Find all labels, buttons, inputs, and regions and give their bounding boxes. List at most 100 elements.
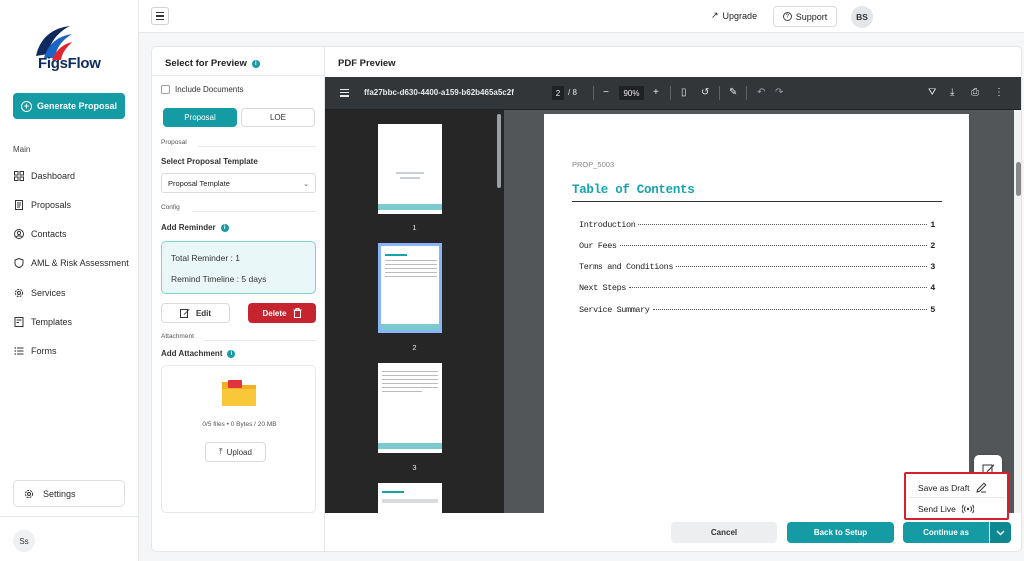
sidebar-item-contacts[interactable]: Contacts bbox=[14, 229, 67, 239]
gear-icon bbox=[24, 489, 34, 498]
divider bbox=[192, 211, 316, 212]
cancel-button[interactable]: Cancel bbox=[671, 522, 777, 543]
toolbar-divider bbox=[746, 86, 747, 100]
attachment-dropzone[interactable]: 0/5 files • 0 Bytes / 20 MB ⤒ Upload bbox=[161, 365, 316, 513]
redo-icon[interactable]: ↷ bbox=[775, 86, 783, 100]
sidebar-item-label: Templates bbox=[31, 317, 73, 327]
save-drive-icon[interactable]: ⛛ bbox=[928, 86, 936, 100]
page-number-input[interactable]: 2 bbox=[552, 86, 564, 100]
save-as-draft-label: Save as Draft bbox=[918, 482, 970, 493]
proposal-template-select[interactable]: Proposal Template ⌄ bbox=[161, 173, 316, 193]
brand-name: FigsFlow bbox=[38, 55, 101, 72]
support-button[interactable]: ? Support bbox=[773, 6, 837, 27]
toolbar-divider bbox=[593, 86, 594, 100]
preview-options-panel: Select for Preview i Include Documents P… bbox=[152, 47, 325, 551]
toc-underline bbox=[572, 201, 942, 203]
undo-icon[interactable]: ↶ bbox=[757, 86, 765, 100]
panel-title: Select for Preview i bbox=[165, 58, 260, 69]
pencil-icon bbox=[975, 482, 987, 493]
divider bbox=[152, 75, 325, 76]
settings-button[interactable]: Settings bbox=[13, 480, 125, 507]
help-icon: ? bbox=[782, 12, 792, 21]
thumbnail-number: 3 bbox=[412, 463, 417, 472]
toc-entry[interactable]: Next Steps 4 bbox=[579, 283, 935, 293]
nav-section-main: Main bbox=[13, 145, 31, 154]
zoom-out-icon[interactable]: − bbox=[603, 86, 609, 100]
sidebar-item-aml-risk[interactable]: AML & Risk Assessment bbox=[14, 258, 129, 268]
list-icon bbox=[14, 347, 24, 355]
delete-reminder-button[interactable]: Delete bbox=[248, 303, 316, 323]
toc-heading: Table of Contents bbox=[572, 183, 695, 197]
toc-entry[interactable]: Our Fees 2 bbox=[579, 241, 935, 251]
avatar[interactable]: Ss bbox=[13, 530, 35, 552]
fit-page-icon[interactable]: ▯ bbox=[681, 86, 687, 100]
thumbnail-page-4[interactable] bbox=[378, 483, 442, 513]
thumbnail-page-1[interactable] bbox=[378, 124, 442, 214]
print-icon[interactable]: ⎙ bbox=[971, 86, 979, 100]
thumbnail-page-2[interactable] bbox=[378, 243, 442, 333]
proposal-preview-card: Select for Preview i Include Documents P… bbox=[151, 46, 1022, 552]
add-reminder-text: Add Reminder bbox=[161, 223, 216, 232]
back-to-setup-button[interactable]: Back to Setup bbox=[787, 522, 894, 543]
info-icon[interactable]: i bbox=[220, 223, 229, 232]
sidebar-item-label: Contacts bbox=[31, 229, 67, 239]
continue-as-dropdown-toggle[interactable] bbox=[990, 522, 1011, 543]
sidebar: FigsFlow + Generate Proposal Main Dashbo… bbox=[0, 0, 139, 561]
upload-icon: ⤒ bbox=[219, 447, 223, 456]
sidebar-item-proposals[interactable]: Proposals bbox=[14, 200, 71, 210]
upgrade-link[interactable]: ↗ Upgrade bbox=[711, 10, 757, 21]
grid-icon bbox=[14, 171, 24, 181]
panel-title-text: Select for Preview bbox=[165, 58, 247, 69]
page-scrollbar[interactable] bbox=[1014, 110, 1021, 513]
sidebar-item-label: Services bbox=[31, 288, 66, 298]
generate-proposal-button[interactable]: + Generate Proposal bbox=[13, 93, 125, 119]
continue-as-menu: Save as Draft Send Live bbox=[904, 472, 1009, 520]
send-live-label: Send Live bbox=[918, 504, 956, 514]
menu-toggle-button[interactable] bbox=[151, 7, 169, 25]
tab-loe[interactable]: LOE bbox=[241, 108, 315, 127]
rotate-icon[interactable]: ↺ bbox=[701, 86, 709, 100]
more-options-icon[interactable]: ⋮ bbox=[994, 86, 1004, 100]
sidebar-item-templates[interactable]: Templates bbox=[14, 317, 72, 327]
upload-button[interactable]: ⤒ Upload bbox=[205, 442, 266, 462]
zoom-input[interactable]: 90% bbox=[619, 86, 644, 100]
sidebar-item-forms[interactable]: Forms bbox=[14, 346, 57, 356]
edit-reminder-button[interactable]: Edit bbox=[161, 303, 230, 323]
toc-entry[interactable]: Service Summary 5 bbox=[579, 305, 935, 315]
upgrade-label: Upgrade bbox=[722, 10, 758, 21]
divider bbox=[198, 146, 316, 147]
sidebar-toggle-icon[interactable] bbox=[340, 89, 349, 97]
info-icon[interactable]: i bbox=[251, 59, 260, 68]
info-icon[interactable]: i bbox=[227, 349, 236, 358]
divider bbox=[204, 340, 316, 341]
thumbnail-page-3[interactable] bbox=[378, 363, 442, 453]
edit-icon bbox=[179, 309, 190, 318]
download-icon[interactable]: ⤓ bbox=[950, 86, 954, 100]
sidebar-item-dashboard[interactable]: Dashboard bbox=[14, 171, 75, 181]
thumbnail-scrollbar[interactable] bbox=[497, 114, 501, 188]
user-avatar[interactable]: BS bbox=[851, 6, 873, 28]
toolbar-divider bbox=[719, 86, 720, 100]
sidebar-item-label: Dashboard bbox=[31, 171, 76, 181]
add-attachment-label: Add Attachment i bbox=[161, 349, 236, 358]
send-live-item[interactable]: Send Live bbox=[918, 504, 974, 514]
toc-entry[interactable]: Introduction 1 bbox=[579, 220, 935, 230]
toc-entry[interactable]: Terms and Conditions 3 bbox=[579, 262, 935, 272]
sidebar-item-services[interactable]: Services bbox=[14, 288, 66, 298]
annotate-icon[interactable]: ✎ bbox=[729, 86, 737, 100]
hamburger-icon bbox=[156, 12, 164, 14]
save-as-draft-item[interactable]: Save as Draft bbox=[918, 482, 987, 493]
proposal-id: PROP_5003 bbox=[572, 160, 615, 169]
template-label: Select Proposal Template bbox=[161, 157, 258, 166]
include-documents-checkbox[interactable]: Include Documents bbox=[161, 85, 243, 94]
pdf-preview-title: PDF Preview bbox=[338, 58, 396, 69]
checkbox-box[interactable] bbox=[161, 85, 170, 94]
tab-proposal[interactable]: Proposal bbox=[163, 108, 237, 127]
continue-as-button[interactable]: Continue as bbox=[903, 522, 989, 543]
page-scrollbar-thumb[interactable] bbox=[1016, 162, 1021, 196]
thumbnail-number: 1 bbox=[412, 223, 417, 232]
delete-label: Delete bbox=[262, 308, 287, 318]
toolbar-divider bbox=[670, 86, 671, 100]
zoom-in-icon[interactable]: + bbox=[653, 86, 659, 100]
shield-icon bbox=[14, 258, 24, 268]
